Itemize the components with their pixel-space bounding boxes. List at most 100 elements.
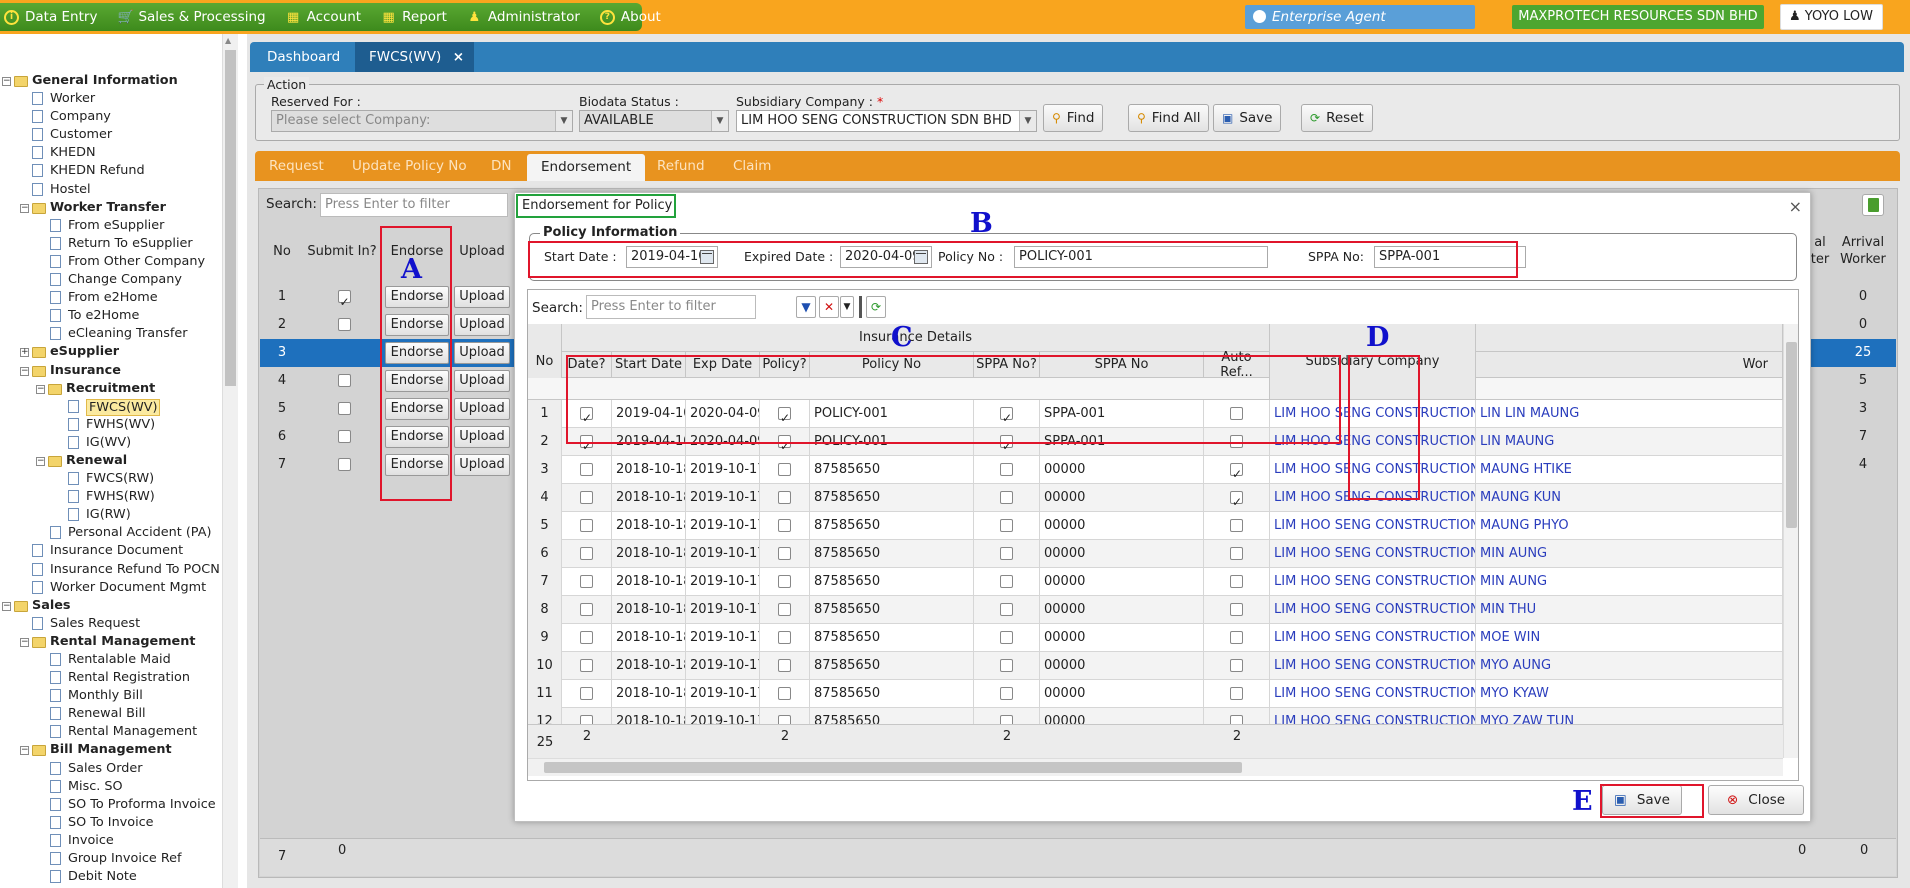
upload-button[interactable]: Upload xyxy=(454,314,510,336)
auto-ref-checkbox[interactable] xyxy=(1230,687,1243,700)
date-checkbox[interactable] xyxy=(580,631,593,644)
menu-administrator[interactable]: ♟ Administrator xyxy=(467,9,580,25)
sppa-checkbox[interactable] xyxy=(1000,547,1013,560)
grid-vertical-scrollbar[interactable] xyxy=(1783,324,1798,758)
sidebar-item-so-invoice[interactable]: SO To Invoice xyxy=(0,814,222,832)
upload-button[interactable]: Upload xyxy=(454,342,510,364)
menu-sales-processing[interactable]: 🛒 Sales & Processing xyxy=(117,9,265,25)
submit-checkbox[interactable] xyxy=(337,430,351,443)
sidebar-item-fwcs-rw[interactable]: FWCS(RW) xyxy=(0,470,222,488)
collapse-icon[interactable]: − xyxy=(20,366,29,376)
sidebar-item-rental-management[interactable]: − Rental Management xyxy=(0,633,222,651)
sidebar-item-personal-accident[interactable]: Personal Accident (PA) xyxy=(0,524,222,542)
sidebar-item-insurance-document[interactable]: Insurance Document xyxy=(0,542,222,560)
sidebar-scroll-thumb[interactable] xyxy=(225,50,236,386)
sppa-checkbox[interactable] xyxy=(1000,575,1013,588)
auto-ref-checkbox[interactable] xyxy=(1230,631,1243,644)
sidebar-item-company[interactable]: Company xyxy=(0,108,222,126)
auto-ref-checkbox[interactable] xyxy=(1230,461,1243,484)
date-checkbox[interactable] xyxy=(580,463,593,476)
sppa-no-cell[interactable]: 00000 xyxy=(1040,512,1204,540)
policy-checkbox[interactable] xyxy=(778,491,791,504)
find-button[interactable]: ⚲ Find xyxy=(1043,104,1104,132)
sidebar-item-sales-request[interactable]: Sales Request xyxy=(0,615,222,633)
auto-ref-checkbox[interactable] xyxy=(1230,519,1243,532)
sidebar-item-hostel[interactable]: Hostel xyxy=(0,181,222,199)
policy-checkbox[interactable] xyxy=(778,659,791,672)
tab-dn[interactable]: DN xyxy=(491,151,512,181)
auto-ref-checkbox[interactable] xyxy=(1230,575,1243,588)
menu-account[interactable]: ▦ Account xyxy=(286,9,361,25)
policy-no-cell[interactable]: 87585650 xyxy=(810,512,974,540)
sidebar-item-ig-wv[interactable]: IG(WV) xyxy=(0,434,222,452)
sidebar-item-debit-note[interactable]: Debit Note xyxy=(0,868,222,886)
sidebar-item-ecleaning-transfer[interactable]: eCleaning Transfer xyxy=(0,325,222,343)
start-date-cell[interactable]: 2018-10-18 xyxy=(612,680,686,708)
sidebar-item-misc-so[interactable]: Misc. SO xyxy=(0,778,222,796)
policy-no-cell[interactable]: 87585650 xyxy=(810,680,974,708)
table-row[interactable]: 6 2018-10-18 2019-10-17 87585650 00000 LIM HO… xyxy=(528,540,1783,568)
exp-date-cell[interactable]: 2019-10-17 xyxy=(686,512,760,540)
table-row[interactable]: 32018-10-182019-10-178758565000000LIM HO… xyxy=(528,456,1783,484)
auto-ref-checkbox[interactable] xyxy=(1230,603,1243,616)
date-checkbox[interactable] xyxy=(580,603,593,616)
upload-button[interactable]: Upload xyxy=(454,454,510,476)
start-date-cell[interactable]: 2018-10-18 xyxy=(612,596,686,624)
sidebar-item-change-company[interactable]: Change Company xyxy=(0,271,222,289)
enterprise-agent-management-link[interactable]: Enterprise Agent Management xyxy=(1245,5,1475,49)
grid-hscroll-thumb[interactable] xyxy=(544,762,1242,773)
sidebar-item-from-esupplier[interactable]: From eSupplier xyxy=(0,217,222,235)
tab-dashboard[interactable]: Dashboard xyxy=(250,42,357,72)
sidebar-item-khedn-refund[interactable]: KHEDN Refund xyxy=(0,162,222,180)
exp-date-cell[interactable]: 2019-10-17 xyxy=(686,456,760,484)
sidebar-item-to-e2home[interactable]: To e2Home xyxy=(0,307,222,325)
sppa-no-cell[interactable]: 00000 xyxy=(1040,624,1204,652)
sidebar-item-fwcs-wv[interactable]: FWCS(WV) xyxy=(0,398,222,416)
start-date-cell[interactable]: 2018-10-18 xyxy=(612,456,686,484)
exp-date-cell[interactable]: 2019-10-17 xyxy=(686,568,760,596)
sppa-no-cell[interactable]: 00000 xyxy=(1040,596,1204,624)
policy-checkbox[interactable] xyxy=(778,519,791,532)
submit-checkbox[interactable] xyxy=(337,402,351,415)
subsidiary-company-select[interactable]: LIM HOO SENG CONSTRUCTION SDN BHD ▼ xyxy=(736,110,1037,132)
sidebar-item-monthly-bill[interactable]: Monthly Bill xyxy=(0,687,222,705)
tab-endorsement[interactable]: Endorsement xyxy=(527,154,646,181)
sppa-no-cell[interactable]: 00000 xyxy=(1040,680,1204,708)
table-row[interactable]: 11 2018-10-18 2019-10-17 87585650 00000 LIM H… xyxy=(528,680,1783,708)
sidebar-item-so-proforma[interactable]: SO To Proforma Invoice xyxy=(0,796,222,814)
policy-checkbox[interactable] xyxy=(778,631,791,644)
policy-no-cell[interactable]: 87585650 xyxy=(810,456,974,484)
date-checkbox[interactable] xyxy=(580,547,593,560)
date-checkbox[interactable] xyxy=(580,687,593,700)
upload-button[interactable]: Upload xyxy=(454,398,510,420)
sidebar-item-group-invoice-ref[interactable]: Group Invoice Ref xyxy=(0,850,222,868)
collapse-icon[interactable]: − xyxy=(2,601,11,611)
collapse-icon[interactable]: − xyxy=(20,203,29,213)
sidebar-item-insurance[interactable]: − Insurance xyxy=(0,362,222,380)
policy-no-cell[interactable]: 87585650 xyxy=(810,540,974,568)
tab-update-policy-no[interactable]: Update Policy No xyxy=(352,151,467,181)
sidebar-item-bill-management[interactable]: − Bill Management xyxy=(0,741,222,759)
submit-checkbox[interactable] xyxy=(337,288,351,316)
sidebar-item-fwhs-wv[interactable]: FWHS(WV) xyxy=(0,416,222,434)
refresh-icon[interactable]: ⟳ xyxy=(866,296,886,318)
sppa-checkbox[interactable] xyxy=(1000,463,1013,476)
expand-icon[interactable]: + xyxy=(20,348,29,358)
sidebar-item-fwhs-rw[interactable]: FWHS(RW) xyxy=(0,488,222,506)
sidebar-item-from-e2home[interactable]: From e2Home xyxy=(0,289,222,307)
sidebar-item-ig-rw[interactable]: IG(RW) xyxy=(0,506,222,524)
table-row[interactable]: 10 2018-10-18 2019-10-17 87585650 00000 LIM H… xyxy=(528,652,1783,680)
policy-no-cell[interactable]: 87585650 xyxy=(810,624,974,652)
find-all-button[interactable]: ⚲ Find All xyxy=(1128,104,1210,132)
user-menu[interactable]: ♟ YOYO LOW xyxy=(1780,4,1883,30)
sppa-checkbox[interactable] xyxy=(1000,687,1013,700)
menu-data-entry[interactable]: i Data Entry xyxy=(4,9,97,25)
table-row[interactable]: 42018-10-182019-10-178758565000000LIM HO… xyxy=(528,484,1783,512)
sppa-checkbox[interactable] xyxy=(1000,631,1013,644)
grid-search-input[interactable]: Press Enter to filter xyxy=(586,295,756,319)
collapse-icon[interactable]: − xyxy=(20,746,29,756)
chevron-down-icon[interactable]: ▼ xyxy=(840,296,854,318)
sppa-no-cell[interactable]: 00000 xyxy=(1040,652,1204,680)
table-row[interactable]: 7 2018-10-18 2019-10-17 87585650 00000 LIM HO… xyxy=(528,568,1783,596)
sidebar-scrollbar[interactable]: ▲ xyxy=(222,34,238,888)
